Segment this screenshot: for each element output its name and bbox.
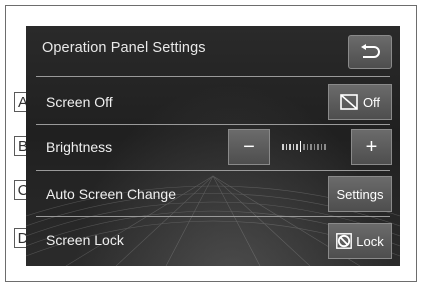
auto-screen-change-settings-button[interactable]: Settings <box>328 176 392 212</box>
back-button[interactable] <box>348 35 392 69</box>
brightness-level-marker <box>299 141 301 152</box>
brightness-tick <box>303 143 305 150</box>
separator <box>36 124 390 125</box>
brightness-tick <box>285 143 287 150</box>
screen-off-button[interactable]: Off <box>328 84 392 120</box>
brightness-level-indicator <box>282 141 326 152</box>
brightness-tick <box>306 143 308 150</box>
brightness-tick <box>310 143 312 150</box>
brightness-tick <box>324 143 326 150</box>
separator <box>36 170 390 171</box>
screen-off-button-label: Off <box>362 94 381 110</box>
screen-off-icon <box>340 94 358 110</box>
settings-screen: Operation Panel Settings Screen Off Off … <box>26 26 400 266</box>
brightness-tick <box>320 143 322 150</box>
lock-button-label: Lock <box>356 233 384 249</box>
auto-screen-change-label: Auto Screen Change <box>46 186 176 202</box>
separator <box>36 216 390 217</box>
screen-lock-button[interactable]: Lock <box>328 223 392 259</box>
brightness-increase-button[interactable]: + <box>351 129 392 165</box>
brightness-tick <box>289 143 291 150</box>
brightness-tick <box>296 143 298 150</box>
minus-icon: − <box>243 135 255 158</box>
separator <box>36 76 390 77</box>
brightness-decrease-button[interactable]: − <box>228 129 270 165</box>
plus-icon: + <box>365 135 378 158</box>
page-title: Operation Panel Settings <box>42 40 206 56</box>
screen-lock-label: Screen Lock <box>46 232 124 248</box>
prohibited-icon <box>336 233 353 249</box>
screen-off-label: Screen Off <box>46 94 113 110</box>
brightness-label: Brightness <box>46 139 113 155</box>
brightness-tick <box>292 143 294 150</box>
brightness-tick <box>317 143 319 150</box>
settings-button-label: Settings <box>336 186 384 202</box>
return-arrow-icon <box>361 44 380 58</box>
brightness-tick <box>282 143 284 150</box>
brightness-tick <box>313 143 315 150</box>
